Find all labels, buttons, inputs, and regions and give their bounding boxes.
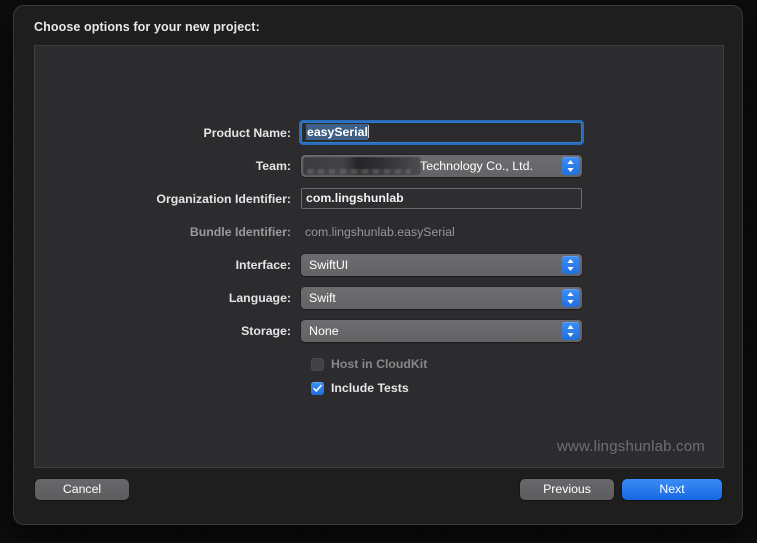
product-name-input[interactable]: easySerial: [301, 122, 582, 143]
interface-select-value: SwiftUI: [309, 257, 349, 272]
include-tests-checkbox[interactable]: [311, 381, 324, 395]
team-select-value: Technology Co., Ltd.: [420, 158, 533, 173]
product-name-label: Product Name:: [203, 125, 291, 140]
include-tests-label: Include Tests: [331, 381, 409, 395]
interface-label: Interface:: [235, 257, 291, 272]
page-title: Choose options for your new project:: [34, 20, 260, 34]
form-row-interface: Interface: SwiftUI: [35, 248, 723, 281]
storage-field-wrap: None: [301, 319, 582, 342]
next-button[interactable]: Next: [622, 479, 722, 500]
previous-button[interactable]: Previous: [520, 479, 614, 500]
form-row-storage: Storage: None: [35, 314, 723, 347]
form-row-language: Language: Swift: [35, 281, 723, 314]
organization-identifier-field-wrap: com.lingshunlab: [301, 188, 582, 209]
watermark: www.lingshunlab.com: [556, 438, 705, 455]
product-name-field-wrap: easySerial: [301, 122, 582, 143]
bundle-identifier-label: Bundle Identifier:: [189, 224, 291, 239]
organization-identifier-input[interactable]: com.lingshunlab: [301, 188, 582, 209]
bundle-identifier-value: com.lingshunlab.easySerial: [305, 224, 455, 239]
team-label: Team:: [255, 158, 291, 173]
desktop-background: Choose options for your new project: Pro…: [0, 0, 757, 543]
chevron-updown-icon[interactable]: [562, 255, 579, 274]
language-field-wrap: Swift: [301, 286, 582, 309]
organization-identifier-label: Organization Identifier:: [156, 191, 291, 206]
team-select[interactable]: Technology Co., Ltd.: [301, 154, 582, 177]
cancel-button[interactable]: Cancel: [35, 479, 129, 500]
form-row-bundle-identifier: Bundle Identifier: com.lingshunlab.easyS…: [35, 215, 723, 248]
checkmark-icon: [313, 384, 322, 392]
interface-field-wrap: SwiftUI: [301, 253, 582, 276]
language-label: Language:: [228, 290, 291, 305]
form-row-team: Team: Technology Co., Ltd.: [35, 149, 723, 182]
checkbox-row-include-tests: Include Tests: [35, 377, 723, 399]
chevron-updown-icon[interactable]: [562, 288, 579, 307]
storage-select[interactable]: None: [301, 319, 582, 342]
chevron-updown-icon[interactable]: [562, 321, 579, 340]
chevron-updown-icon[interactable]: [562, 156, 579, 175]
language-select-value: Swift: [309, 290, 336, 305]
options-content-panel: Product Name: easySerial Team: Technolog…: [34, 45, 724, 468]
team-field-wrap: Technology Co., Ltd.: [301, 154, 582, 177]
storage-label: Storage:: [241, 323, 291, 338]
redaction-block: [303, 156, 421, 175]
form-row-product-name: Product Name: easySerial: [35, 116, 723, 149]
checkbox-row-host-in-cloudkit: Host in CloudKit: [35, 353, 723, 375]
project-options-form: Product Name: easySerial Team: Technolog…: [35, 116, 723, 399]
host-in-cloudkit-label: Host in CloudKit: [331, 357, 428, 371]
product-name-value: easySerial: [306, 124, 368, 140]
storage-select-value: None: [309, 323, 339, 338]
bundle-identifier-value-wrap: com.lingshunlab.easySerial: [301, 225, 582, 239]
language-select[interactable]: Swift: [301, 286, 582, 309]
host-in-cloudkit-checkbox: [311, 357, 324, 371]
new-project-options-dialog: Choose options for your new project: Pro…: [13, 5, 743, 525]
text-cursor: [367, 125, 369, 138]
interface-select[interactable]: SwiftUI: [301, 253, 582, 276]
form-row-organization-identifier: Organization Identifier: com.lingshunlab: [35, 182, 723, 215]
